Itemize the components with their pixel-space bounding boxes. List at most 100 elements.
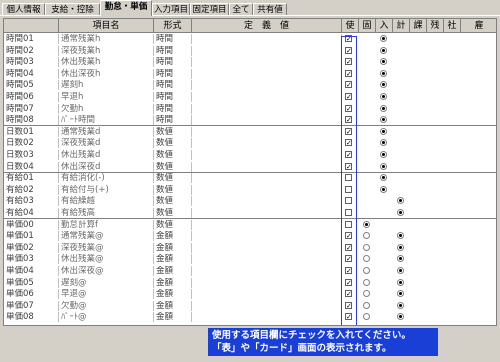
cell-definition[interactable] [192, 254, 342, 265]
use-checkbox[interactable]: ✓ [345, 278, 352, 286]
table-row[interactable]: 有給04 有給残高 数値 [4, 208, 496, 219]
calc-radio[interactable] [397, 278, 404, 286]
table-row[interactable]: 有給02 有給付与(+) 数値 [4, 184, 496, 195]
use-checkbox[interactable] [345, 185, 352, 193]
cell-definition[interactable] [192, 115, 342, 126]
table-row[interactable]: 時間02 深夜残業h 時間 ✓ [4, 45, 496, 56]
table-row[interactable]: 時間08 ﾊﾟｰﾄ時間 時間 ✓ [4, 115, 496, 127]
use-checkbox[interactable]: ✓ [345, 81, 352, 89]
use-checkbox[interactable]: ✓ [345, 255, 352, 263]
inp-radio[interactable] [380, 81, 387, 89]
inp-radio[interactable] [380, 104, 387, 112]
table-row[interactable]: 単価07 欠勤@ 金額 ✓ [4, 300, 496, 311]
table-row[interactable]: 有給01 有給消化(-) 数値 [4, 173, 496, 184]
cell-definition[interactable] [192, 34, 342, 44]
table-row[interactable]: 単価01 通常残業@ 金額 ✓ [4, 231, 496, 242]
inp-radio[interactable] [380, 93, 387, 100]
use-checkbox[interactable]: ✓ [345, 35, 352, 43]
cell-definition[interactable] [192, 173, 342, 184]
cell-definition[interactable] [192, 266, 342, 276]
cell-definition[interactable] [192, 92, 342, 102]
fix-radio[interactable] [363, 290, 370, 298]
fix-radio[interactable] [363, 301, 370, 309]
inp-radio[interactable] [380, 58, 387, 66]
table-row[interactable]: 時間01 通常残業h 時間 ✓ [4, 34, 496, 44]
fix-radio[interactable] [363, 232, 370, 240]
table-row[interactable]: 時間03 休出残業h 時間 ✓ [4, 57, 496, 68]
table-row[interactable]: 単価06 早退@ 金額 ✓ [4, 289, 496, 300]
calc-radio[interactable] [397, 290, 404, 298]
fix-radio[interactable] [363, 243, 370, 251]
cell-definition[interactable] [192, 231, 342, 242]
table-row[interactable]: 単価08 ﾊﾟｰﾄ@ 金額 ✓ [4, 312, 496, 323]
cell-definition[interactable] [192, 68, 342, 79]
table-row[interactable]: 日数02 深夜残業d 数値 ✓ [4, 138, 496, 149]
fix-radio[interactable] [363, 220, 370, 228]
cell-definition[interactable] [192, 161, 342, 172]
use-checkbox[interactable] [345, 174, 352, 182]
cell-definition[interactable] [192, 312, 342, 323]
inp-radio[interactable] [380, 127, 387, 135]
inp-radio[interactable] [380, 35, 387, 42]
inp-radio[interactable] [380, 46, 387, 54]
use-checkbox[interactable]: ✓ [345, 313, 352, 321]
calc-radio[interactable] [397, 209, 404, 216]
cell-definition[interactable] [192, 277, 342, 288]
table-row[interactable]: 日数03 休出残業d 数値 ✓ [4, 150, 496, 160]
fix-radio[interactable] [363, 278, 370, 286]
inp-radio[interactable] [380, 139, 387, 147]
use-checkbox[interactable]: ✓ [345, 104, 352, 112]
inp-radio[interactable] [380, 69, 387, 77]
cell-definition[interactable] [192, 80, 342, 91]
table-row[interactable]: 日数04 休出深夜d 数値 ✓ [4, 161, 496, 173]
calc-radio[interactable] [397, 267, 404, 274]
cell-definition[interactable] [192, 300, 342, 311]
table-row[interactable]: 日数01 通常残業d 数値 ✓ [4, 126, 496, 137]
use-checkbox[interactable] [345, 220, 352, 228]
calc-radio[interactable] [397, 232, 404, 240]
fix-radio[interactable] [363, 267, 370, 274]
use-checkbox[interactable]: ✓ [345, 93, 352, 101]
table-row[interactable]: 時間05 遅刻h 時間 ✓ [4, 80, 496, 91]
cell-definition[interactable] [192, 208, 342, 218]
table-row[interactable]: 単価03 休出残業@ 金額 ✓ [4, 254, 496, 265]
table-row[interactable]: 時間07 欠勤h 時間 ✓ [4, 103, 496, 114]
use-checkbox[interactable]: ✓ [345, 301, 352, 309]
table-row[interactable]: 単価05 遅刻@ 金額 ✓ [4, 277, 496, 288]
use-checkbox[interactable]: ✓ [345, 267, 352, 275]
table-row[interactable]: 単価00 勤怠計算f 数値 [4, 219, 496, 230]
use-checkbox[interactable]: ✓ [345, 58, 352, 66]
use-checkbox[interactable]: ✓ [345, 232, 352, 240]
inp-radio[interactable] [380, 162, 387, 170]
cell-definition[interactable] [192, 196, 342, 207]
table-row[interactable]: 単価02 深夜残業@ 金額 ✓ [4, 242, 496, 253]
cell-definition[interactable] [192, 150, 342, 160]
inp-radio[interactable] [380, 185, 387, 193]
use-checkbox[interactable]: ✓ [345, 139, 352, 147]
use-checkbox[interactable]: ✓ [345, 69, 352, 77]
use-checkbox[interactable]: ✓ [345, 162, 352, 170]
use-checkbox[interactable]: ✓ [345, 127, 352, 135]
inp-radio[interactable] [380, 151, 387, 158]
calc-radio[interactable] [397, 197, 404, 205]
table-row[interactable]: 時間04 休出深夜h 時間 ✓ [4, 68, 496, 79]
cell-definition[interactable] [192, 57, 342, 68]
calc-radio[interactable] [397, 243, 404, 251]
fix-radio[interactable] [363, 255, 370, 263]
cell-definition[interactable] [192, 184, 342, 195]
cell-definition[interactable] [192, 219, 342, 230]
cell-definition[interactable] [192, 45, 342, 56]
fix-radio[interactable] [363, 313, 370, 321]
cell-definition[interactable] [192, 126, 342, 137]
use-checkbox[interactable]: ✓ [345, 290, 352, 298]
use-checkbox[interactable]: ✓ [345, 243, 352, 251]
tab-2[interactable]: 勤怠・単価 [100, 0, 152, 16]
use-checkbox[interactable]: ✓ [345, 116, 352, 124]
cell-definition[interactable] [192, 138, 342, 149]
table-row[interactable]: 時間06 早退h 時間 ✓ [4, 92, 496, 102]
cell-definition[interactable] [192, 103, 342, 114]
inp-radio[interactable] [380, 174, 387, 182]
calc-radio[interactable] [397, 255, 404, 263]
use-checkbox[interactable] [345, 197, 352, 205]
inp-radio[interactable] [380, 116, 387, 124]
